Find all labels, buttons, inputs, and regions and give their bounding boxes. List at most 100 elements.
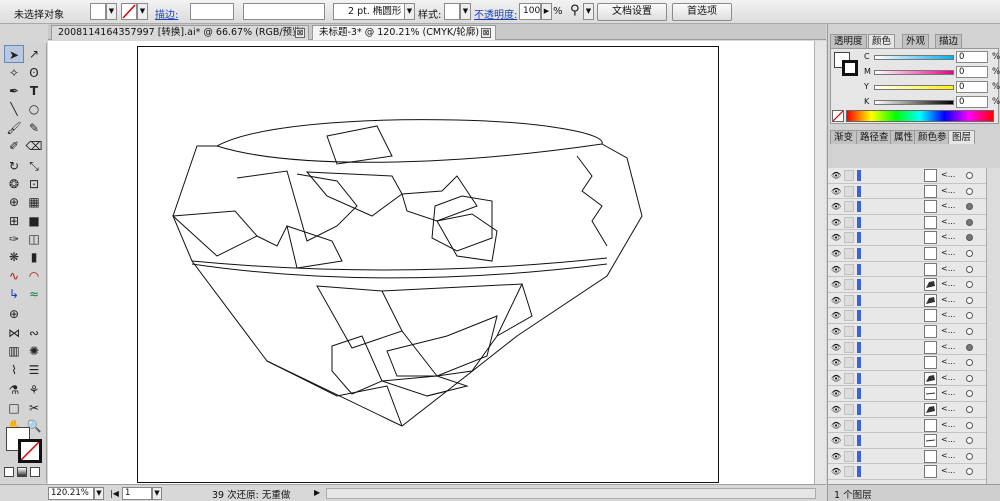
tab-document-1[interactable]: 2008114164357997 [转换].ai* @ 66.67% (RGB/… xyxy=(51,25,309,40)
warp-tool-icon[interactable]: ❂ xyxy=(4,175,24,193)
visibility-eye-icon[interactable]: 👁 xyxy=(831,265,841,274)
pencil-tool-icon[interactable]: ✎ xyxy=(24,119,44,137)
visibility-eye-icon[interactable]: 👁 xyxy=(831,374,841,383)
blob-brush-tool-icon[interactable]: ✐ xyxy=(4,137,24,155)
tab-gradient[interactable]: 渐变 xyxy=(830,130,858,144)
layer-name[interactable]: <... xyxy=(941,451,955,460)
pen-tool-icon[interactable]: ✒ xyxy=(4,82,24,100)
layer-row[interactable]: 👁 <... xyxy=(828,168,986,184)
layer-row[interactable]: 👁 <... xyxy=(828,308,986,324)
tab-transparency[interactable]: 透明度 xyxy=(830,34,867,48)
diamond-outline-artwork[interactable] xyxy=(137,46,719,483)
black-value[interactable]: 0 xyxy=(956,96,988,108)
target-circle-icon[interactable] xyxy=(966,343,973,351)
ellipse-tool-icon[interactable]: ○ xyxy=(24,100,44,118)
layer-name[interactable]: <... xyxy=(941,264,955,273)
visibility-eye-icon[interactable]: 👁 xyxy=(831,233,841,242)
live-paint-tool-icon[interactable]: ⚗ xyxy=(4,381,24,399)
magenta-track[interactable] xyxy=(874,70,954,75)
gradient-mode-icon[interactable] xyxy=(17,467,27,477)
preferences-button[interactable]: 首选项 xyxy=(672,3,732,21)
anchor-point-tool-icon[interactable]: ↳ xyxy=(4,285,24,303)
eraser-tool-icon[interactable]: ⌫ xyxy=(24,137,44,155)
lock-toggle[interactable] xyxy=(844,388,854,400)
layer-row[interactable]: 👁 <... xyxy=(828,418,986,434)
artboard-dropdown[interactable]: ▼ xyxy=(152,487,162,500)
mesh-tool-icon[interactable]: ⊞ xyxy=(4,212,24,230)
layer-row[interactable]: 👁 <... xyxy=(828,402,986,418)
visibility-eye-icon[interactable]: 👁 xyxy=(831,436,841,445)
visibility-eye-icon[interactable]: 👁 xyxy=(831,202,841,211)
tab-attributes[interactable]: 属性 xyxy=(890,130,918,144)
visibility-eye-icon[interactable]: 👁 xyxy=(831,389,841,398)
symbol-sprayer-tool-icon[interactable]: ❋ xyxy=(4,248,24,266)
horizontal-scrollbar[interactable] xyxy=(326,488,816,499)
none-mode-icon[interactable] xyxy=(30,467,40,477)
tab-document-2[interactable]: 未标题-3* @ 120.21% (CMYK/轮廓) ⊠ xyxy=(312,25,496,40)
chart-tool-icon[interactable]: ▥ xyxy=(4,342,24,360)
lock-toggle[interactable] xyxy=(844,466,854,478)
visibility-eye-icon[interactable]: 👁 xyxy=(831,218,841,227)
visibility-eye-icon[interactable]: 👁 xyxy=(831,358,841,367)
lock-toggle[interactable] xyxy=(844,201,854,213)
target-circle-icon[interactable] xyxy=(966,374,973,382)
stroke-label-link[interactable]: 描边: xyxy=(155,6,178,21)
black-track[interactable] xyxy=(874,100,954,105)
paintbrush-tool-icon[interactable]: 🖌 xyxy=(4,119,24,137)
lock-toggle[interactable] xyxy=(844,326,854,337)
target-circle-icon[interactable] xyxy=(966,452,973,460)
lock-toggle[interactable] xyxy=(844,232,854,244)
layer-row[interactable]: 👁 <... xyxy=(828,262,986,278)
visibility-eye-icon[interactable]: 👁 xyxy=(831,171,841,180)
close-icon[interactable]: ⊠ xyxy=(295,28,305,38)
visibility-eye-icon[interactable]: 👁 xyxy=(831,296,841,305)
visibility-eye-icon[interactable]: 👁 xyxy=(831,327,841,336)
yellow-track[interactable] xyxy=(874,85,954,90)
target-circle-icon[interactable] xyxy=(966,172,973,179)
stroke-weight-field[interactable] xyxy=(190,3,234,20)
vertical-scrollbar[interactable] xyxy=(814,41,826,484)
opacity-dropdown[interactable]: ▶ xyxy=(541,3,552,20)
target-circle-icon[interactable] xyxy=(966,437,973,445)
layers-scrollbar[interactable] xyxy=(986,168,1000,484)
target-circle-icon[interactable] xyxy=(966,328,973,335)
lock-toggle[interactable] xyxy=(844,419,854,431)
lock-toggle[interactable] xyxy=(844,216,854,228)
visibility-eye-icon[interactable]: 👁 xyxy=(831,405,841,414)
target-circle-icon[interactable] xyxy=(966,296,973,304)
color-mode-icon[interactable] xyxy=(4,467,14,477)
lock-toggle[interactable] xyxy=(844,404,854,415)
close-icon[interactable]: ⊠ xyxy=(481,28,491,38)
line-tool-icon[interactable]: ╲ xyxy=(4,100,24,118)
warp-mesh-tool-icon[interactable]: ∾ xyxy=(24,324,44,342)
lock-toggle[interactable] xyxy=(844,185,854,197)
target-circle-icon[interactable] xyxy=(966,281,973,289)
layer-name[interactable]: <... xyxy=(941,342,955,351)
lock-toggle[interactable] xyxy=(844,435,854,447)
layer-row[interactable]: 👁 <... xyxy=(828,324,986,340)
layer-name[interactable]: <... xyxy=(941,186,955,195)
lock-toggle[interactable] xyxy=(844,248,854,259)
color-panel-stroke-swatch[interactable] xyxy=(842,60,858,76)
layer-row[interactable]: 👁 <... xyxy=(828,464,986,480)
stroke-dropdown[interactable]: ▼ xyxy=(137,3,148,20)
selection-tool-icon[interactable]: ➤ xyxy=(4,45,24,63)
target-circle-icon[interactable] xyxy=(966,234,973,242)
brush-definition-field[interactable]: 2 pt. 椭圆形 xyxy=(333,3,405,20)
layer-row[interactable]: 👁 <... xyxy=(828,355,986,371)
color-spectrum[interactable] xyxy=(846,110,994,122)
tab-appearance[interactable]: 外观 xyxy=(902,34,930,48)
column-graph-tool-icon[interactable]: ▮ xyxy=(24,248,44,266)
layer-name[interactable]: <... xyxy=(941,201,955,210)
opacity-label-link[interactable]: 不透明度: xyxy=(474,6,517,21)
visibility-eye-icon[interactable]: 👁 xyxy=(831,311,841,320)
visibility-eye-icon[interactable]: 👁 xyxy=(831,249,841,258)
layer-name[interactable]: <... xyxy=(941,373,955,382)
fill-dropdown[interactable]: ▼ xyxy=(106,3,117,20)
zoom-field[interactable]: 120.21% xyxy=(48,487,94,500)
layer-row[interactable]: 👁 <... xyxy=(828,293,986,309)
smooth-tool-icon[interactable]: ≈ xyxy=(24,285,44,303)
layer-row[interactable]: 👁 <... xyxy=(828,184,986,200)
magenta-slider[interactable]: M 0 % xyxy=(864,66,1000,78)
layer-name[interactable]: <... xyxy=(941,295,955,304)
